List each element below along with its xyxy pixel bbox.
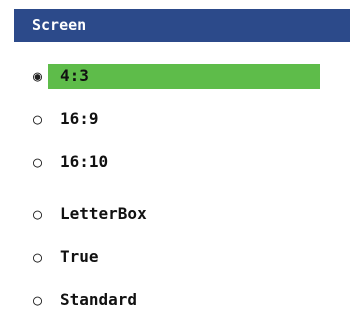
radio-unselected-icon[interactable]: ○: [30, 207, 45, 222]
radio-selected-icon[interactable]: ◉: [30, 69, 45, 84]
radio-unselected-icon[interactable]: ○: [30, 293, 45, 308]
option-label: True: [60, 247, 99, 266]
option-label: 16:10: [60, 152, 109, 171]
option-label: Standard: [60, 290, 138, 309]
option-label: 4:3: [60, 66, 89, 85]
radio-unselected-icon[interactable]: ○: [30, 155, 45, 170]
screen-settings-panel: Screen ◉ 4:3 ○ 16:9 ○ 16:10 ○ LetterBox …: [0, 0, 350, 322]
radio-unselected-icon[interactable]: ○: [30, 250, 45, 265]
option-label: 16:9: [60, 109, 99, 128]
screen-options-list: ◉ 4:3 ○ 16:9 ○ 16:10 ○ LetterBox ○ True …: [0, 0, 350, 322]
option-label: LetterBox: [60, 204, 147, 223]
radio-unselected-icon[interactable]: ○: [30, 112, 45, 127]
